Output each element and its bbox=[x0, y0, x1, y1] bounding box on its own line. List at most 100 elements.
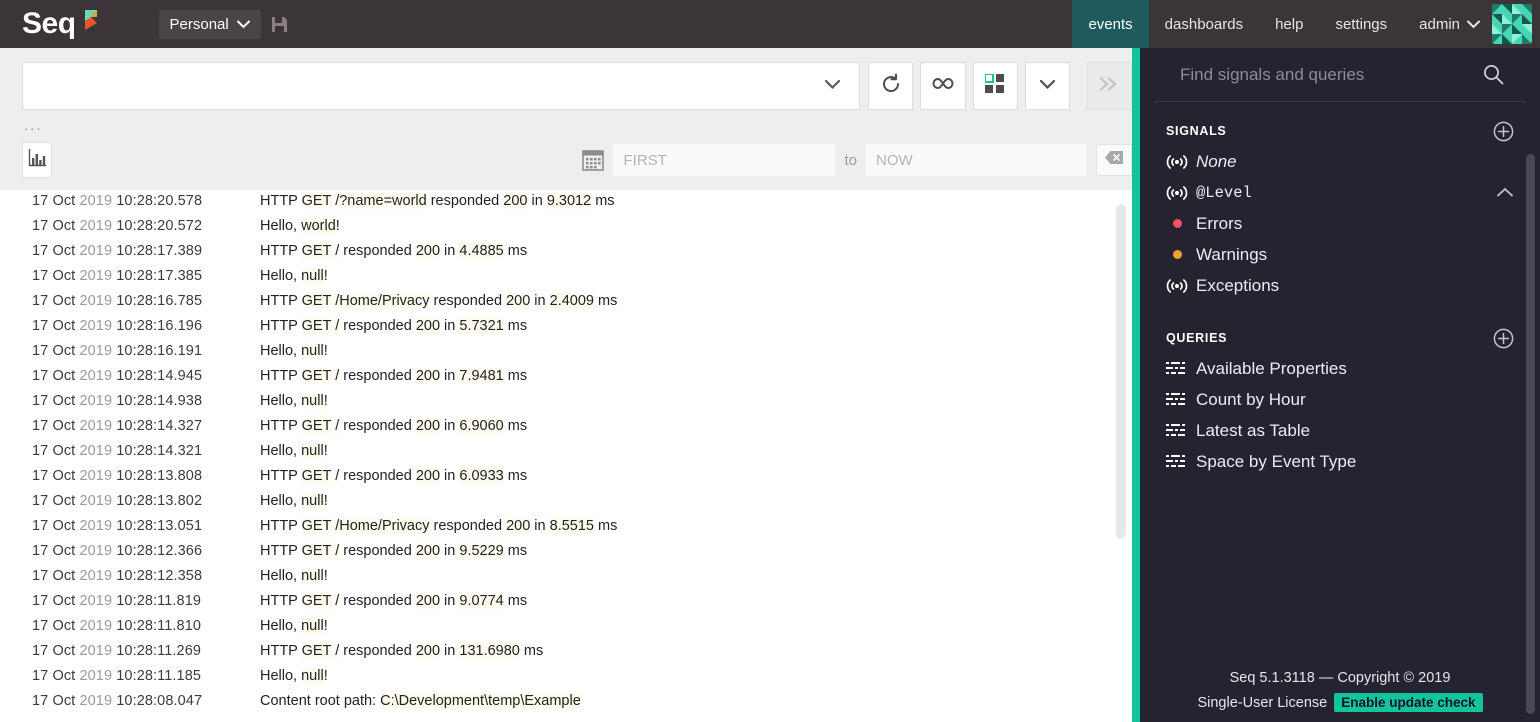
more-options-button[interactable] bbox=[1024, 62, 1070, 110]
event-row[interactable]: 17 Oct 2019 10:28:12.358 Hello, null! bbox=[0, 568, 1132, 593]
plus-circle-icon[interactable] bbox=[1493, 121, 1514, 142]
license-row: Single-User License Enable update check bbox=[1140, 693, 1540, 712]
event-row[interactable]: 17 Oct 2019 10:28:13.802 Hello, null! bbox=[0, 493, 1132, 518]
seq-app-window: Seq Personal events dashboards help sett… bbox=[0, 0, 1540, 722]
plus-circle-icon[interactable] bbox=[1493, 328, 1514, 349]
event-message: HTTP GET /Home/Privacy responded 200 in … bbox=[260, 293, 618, 309]
nav-item-settings[interactable]: settings bbox=[1319, 0, 1403, 48]
event-row[interactable]: 17 Oct 2019 10:28:14.327 HTTP GET / respo… bbox=[0, 418, 1132, 443]
navbar-spacer bbox=[288, 0, 1073, 48]
brand-logo[interactable]: Seq bbox=[0, 0, 99, 48]
tail-button[interactable] bbox=[920, 62, 966, 110]
event-message: Hello, world! bbox=[260, 218, 340, 234]
nav-item-settings-label: settings bbox=[1335, 15, 1388, 33]
pane-divider[interactable] bbox=[1132, 48, 1140, 722]
chart-toggle-button[interactable] bbox=[22, 142, 53, 178]
sidebar-body: SIGNALS None @Level Errors Warnings Exceptio… bbox=[1140, 102, 1540, 670]
sidebar-signal-warnings[interactable]: Warnings bbox=[1140, 239, 1540, 270]
event-row[interactable]: 17 Oct 2019 10:28:20.572 Hello, world! bbox=[0, 218, 1132, 243]
event-row[interactable]: 17 Oct 2019 10:28:17.385 Hello, null! bbox=[0, 268, 1132, 293]
nav-item-admin[interactable]: admin bbox=[1403, 0, 1492, 48]
event-row[interactable]: 17 Oct 2019 10:28:12.366 HTTP GET / respo… bbox=[0, 543, 1132, 568]
event-timestamp: 17 Oct 2019 10:28:13.051 bbox=[32, 518, 203, 534]
nav-item-dashboards[interactable]: dashboards bbox=[1149, 0, 1259, 48]
signal-broadcast-icon bbox=[1166, 154, 1196, 170]
expand-panel-button[interactable] bbox=[1086, 62, 1133, 110]
search-icon[interactable] bbox=[1483, 64, 1504, 85]
event-message: HTTP GET / responded 200 in 6.0933 ms bbox=[260, 468, 528, 484]
sidebar-signal-errors[interactable]: Errors bbox=[1140, 208, 1540, 239]
range-from-input[interactable] bbox=[613, 144, 836, 176]
event-row[interactable]: 17 Oct 2019 10:28:14.938 Hello, null! bbox=[0, 393, 1132, 418]
chevron-down-icon[interactable] bbox=[824, 77, 841, 95]
query-label: Count by Hour bbox=[1196, 389, 1306, 409]
sidebar-query-latest-as-table[interactable]: Latest as Table bbox=[1140, 415, 1540, 446]
event-row[interactable]: 17 Oct 2019 10:28:20.578 HTTP GET /?name=… bbox=[0, 193, 1132, 218]
sidebar-search-input[interactable] bbox=[1180, 64, 1483, 85]
query-ellipsis[interactable]: ... bbox=[0, 110, 1132, 133]
clear-range-button[interactable] bbox=[1096, 144, 1132, 176]
queries-list: Available Properties Count by Hour Latest … bbox=[1140, 353, 1540, 477]
event-row[interactable]: 17 Oct 2019 10:28:11.269 HTTP GET / respo… bbox=[0, 643, 1132, 668]
brand-text: Seq bbox=[22, 7, 76, 40]
event-row[interactable]: 17 Oct 2019 10:28:16.191 Hello, null! bbox=[0, 343, 1132, 368]
signal-broadcast-icon bbox=[1166, 278, 1196, 294]
event-message: Hello, null! bbox=[260, 393, 328, 409]
query-input-box[interactable] bbox=[22, 62, 861, 110]
events-scroll-area[interactable]: 17 Oct 2019 10:28:20.578 HTTP GET /?name=… bbox=[0, 190, 1132, 722]
chevron-down-icon bbox=[1039, 77, 1056, 95]
calendar-icon[interactable] bbox=[582, 149, 605, 171]
refresh-button[interactable] bbox=[868, 62, 914, 110]
signal-label: Exceptions bbox=[1196, 275, 1280, 295]
range-to-input[interactable] bbox=[866, 144, 1086, 176]
nav-item-help[interactable]: help bbox=[1259, 0, 1319, 48]
columns-button[interactable] bbox=[972, 62, 1018, 110]
chevron-up-icon[interactable] bbox=[1496, 187, 1514, 198]
signal-label: None bbox=[1196, 151, 1237, 171]
event-timestamp: 17 Oct 2019 10:28:14.321 bbox=[32, 443, 203, 459]
event-timestamp: 17 Oct 2019 10:28:16.785 bbox=[32, 293, 203, 309]
event-row[interactable]: 17 Oct 2019 10:28:11.819 HTTP GET / respo… bbox=[0, 593, 1132, 618]
event-row[interactable]: 17 Oct 2019 10:28:14.945 HTTP GET / respo… bbox=[0, 368, 1132, 393]
signals-heading: SIGNALS bbox=[1166, 124, 1227, 138]
event-row[interactable]: 17 Oct 2019 10:28:11.810 Hello, null! bbox=[0, 618, 1132, 643]
level-dot-icon bbox=[1166, 219, 1196, 228]
event-row[interactable]: 17 Oct 2019 10:28:16.785 HTTP GET /Home/P… bbox=[0, 293, 1132, 318]
chevron-down-icon bbox=[236, 16, 250, 33]
sidebar-query-available-properties[interactable]: Available Properties bbox=[1140, 353, 1540, 384]
event-message: HTTP GET / responded 200 in 4.4885 ms bbox=[260, 243, 528, 259]
event-row[interactable]: 17 Oct 2019 10:28:14.321 Hello, null! bbox=[0, 443, 1132, 468]
event-row[interactable]: 17 Oct 2019 10:28:13.051 HTTP GET /Home/P… bbox=[0, 518, 1132, 543]
query-grid-icon bbox=[1166, 454, 1196, 470]
event-row[interactable]: 17 Oct 2019 10:28:08.047 Content root pat… bbox=[0, 693, 1132, 718]
event-row[interactable]: 17 Oct 2019 10:28:13.808 HTTP GET / respo… bbox=[0, 468, 1132, 493]
sidebar-signal-level[interactable]: @Level bbox=[1140, 177, 1540, 208]
user-identicon-avatar[interactable] bbox=[1492, 4, 1532, 44]
events-scrollbar[interactable] bbox=[1116, 204, 1126, 539]
enable-update-check-button[interactable]: Enable update check bbox=[1334, 693, 1483, 712]
event-message: Hello, null! bbox=[260, 618, 328, 634]
workspace-selector[interactable]: Personal bbox=[158, 9, 261, 39]
chevron-down-icon bbox=[1467, 16, 1480, 33]
nav-item-admin-label: admin bbox=[1419, 15, 1460, 33]
event-timestamp: 17 Oct 2019 10:28:13.808 bbox=[32, 468, 203, 484]
event-row[interactable]: 17 Oct 2019 10:28:17.389 HTTP GET / respo… bbox=[0, 243, 1132, 268]
event-row[interactable]: 17 Oct 2019 10:28:16.196 HTTP GET / respo… bbox=[0, 318, 1132, 343]
event-message: HTTP GET / responded 200 in 131.6980 ms bbox=[260, 643, 544, 659]
event-timestamp: 17 Oct 2019 10:28:14.938 bbox=[32, 393, 203, 409]
signal-broadcast-icon bbox=[1166, 185, 1196, 201]
nav-item-events[interactable]: events bbox=[1072, 0, 1149, 48]
save-disk-icon[interactable] bbox=[271, 16, 288, 33]
sidebar-query-count-by-hour[interactable]: Count by Hour bbox=[1140, 384, 1540, 415]
event-timestamp: 17 Oct 2019 10:28:13.802 bbox=[32, 493, 203, 509]
event-row[interactable]: 17 Oct 2019 10:28:11.185 Hello, null! bbox=[0, 668, 1132, 693]
workspace-group: Personal bbox=[158, 0, 288, 48]
sidebar-search-row bbox=[1154, 48, 1526, 102]
sidebar-signal-exceptions[interactable]: Exceptions bbox=[1140, 270, 1540, 301]
sidebar-signal-none[interactable]: None bbox=[1140, 146, 1540, 177]
sidebar-query-space-by-event-type[interactable]: Space by Event Type bbox=[1140, 446, 1540, 477]
seq-flag-logo-icon bbox=[83, 9, 99, 36]
level-dot-icon bbox=[1166, 250, 1196, 259]
sidebar-scrollbar[interactable] bbox=[1526, 154, 1535, 714]
